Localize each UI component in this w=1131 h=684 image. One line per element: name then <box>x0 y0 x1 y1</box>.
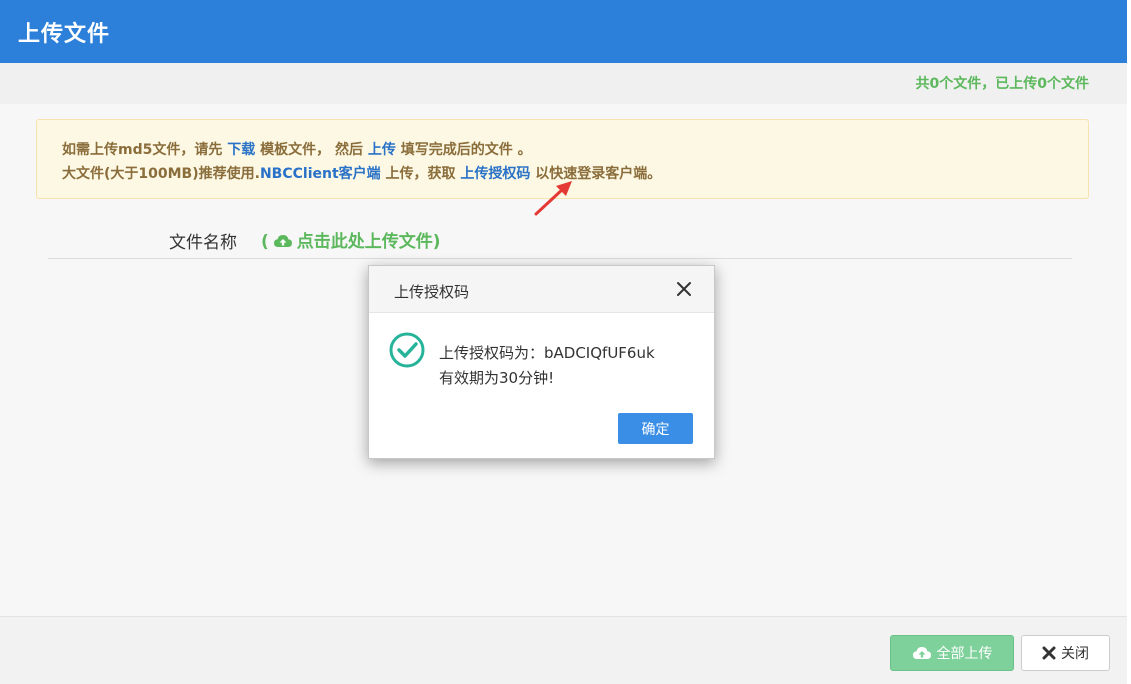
footer-bar: 全部上传 关闭 <box>0 616 1127 684</box>
page-title: 上传文件 <box>18 22 111 47</box>
notice-text: 填写完成后的文件 。 <box>395 142 532 158</box>
upload-link-label: 点击此处上传文件 <box>296 232 433 252</box>
upload-stats: 共0个文件，已上传0个文件 <box>915 76 1089 92</box>
upload-link-paren-close: ) <box>432 232 441 252</box>
notice-text: 如需上传md5文件，请先 <box>62 142 228 158</box>
close-button[interactable]: 关闭 <box>1021 635 1110 671</box>
click-to-upload-link[interactable]: ( 点击此处上传文件) <box>261 227 441 254</box>
notice-text: 模板文件， 然后 <box>255 142 368 158</box>
annotation-arrow-icon <box>534 181 572 216</box>
notice-text: 上传，获取 <box>380 166 461 182</box>
page-header: 上传文件 <box>0 0 1127 63</box>
dialog-header: 上传授权码 <box>369 266 714 313</box>
download-template-link[interactable]: 下载 <box>227 142 255 158</box>
ok-button[interactable]: 确定 <box>618 413 693 444</box>
notice-text: 大文件(大于100MB)推荐使用. <box>62 166 260 182</box>
success-check-icon <box>389 332 425 368</box>
validity-text: 有效期为30分钟! <box>439 369 555 387</box>
upload-all-button[interactable]: 全部上传 <box>890 635 1014 671</box>
dialog-title: 上传授权码 <box>394 283 470 301</box>
close-label: 关闭 <box>1061 646 1089 662</box>
get-auth-code-link[interactable]: 上传授权码 <box>460 166 530 182</box>
file-table-header: 文件名称 ( 点击此处上传文件) <box>48 222 1072 259</box>
cloud-upload-icon <box>912 645 932 661</box>
dialog-close-icon[interactable] <box>674 279 694 299</box>
upload-md5-link[interactable]: 上传 <box>368 142 396 158</box>
upload-all-label: 全部上传 <box>936 646 993 662</box>
close-icon <box>1042 646 1056 660</box>
dialog-message: 上传授权码为：bADCIQfUF6uk 有效期为30分钟! <box>439 341 655 391</box>
upload-link-paren-open: ( <box>261 232 269 252</box>
page-edge <box>1127 0 1131 684</box>
auth-code-dialog: 上传授权码 上传授权码为：bADCIQfUF6uk 有效期为30分钟! 确定 <box>368 265 715 459</box>
upload-page: 上传文件 共0个文件，已上传0个文件 如需上传md5文件，请先 下载 模板文件，… <box>0 0 1131 684</box>
stats-bar: 共0个文件，已上传0个文件 <box>0 63 1127 104</box>
file-name-column-label: 文件名称 <box>169 233 237 253</box>
notice-line-1: 如需上传md5文件，请先 下载 模板文件， 然后 上传 填写完成后的文件 。 <box>62 139 532 159</box>
nbcclient-link[interactable]: NBCClient客户端 <box>260 166 381 182</box>
cloud-upload-icon <box>273 233 293 254</box>
auth-code-text: 上传授权码为：bADCIQfUF6uk <box>439 344 655 362</box>
